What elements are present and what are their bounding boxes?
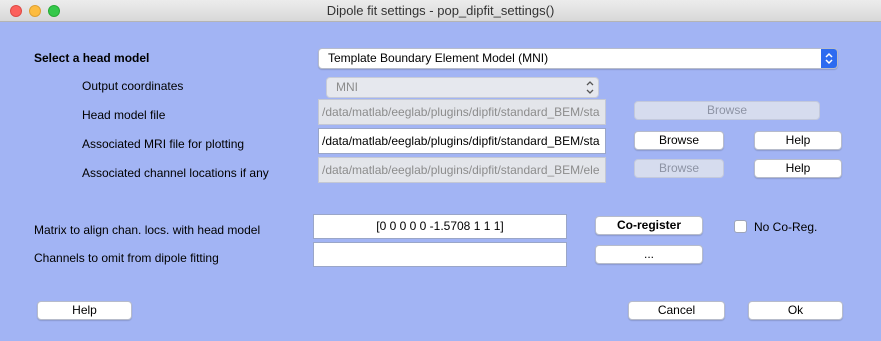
mri-help-button[interactable]: Help [754,131,842,150]
coregister-button[interactable]: Co-register [595,216,703,235]
chanlocs-label: Associated channel locations if any [82,166,269,180]
output-coordinates-value: MNI [336,80,358,94]
omit-channels-label: Channels to omit from dipole fitting [34,251,219,265]
head-model-select[interactable]: Template Boundary Element Model (MNI) [318,48,838,69]
head-model-browse-button[interactable]: Browse [634,101,820,120]
mri-file-field[interactable]: /data/matlab/eeglab/plugins/dipfit/stand… [318,128,606,154]
no-coreg-label: No Co-Reg. [754,220,818,234]
chanlocs-file-field[interactable]: /data/matlab/eeglab/plugins/dipfit/stand… [318,157,606,183]
ok-button[interactable]: Ok [748,301,843,320]
mri-browse-button[interactable]: Browse [634,131,724,150]
output-coordinates-label: Output coordinates [82,79,184,93]
chanlocs-help-button[interactable]: Help [754,159,842,178]
help-button[interactable]: Help [37,301,132,320]
select-arrows-icon [821,49,837,68]
title-bar: Dipole fit settings - pop_dipfit_setting… [0,0,881,22]
mri-file-label: Associated MRI file for plotting [82,137,245,151]
head-model-selected-value: Template Boundary Element Model (MNI) [328,51,549,65]
output-coordinates-select[interactable]: MNI [326,77,599,98]
head-model-label: Select a head model [34,51,150,65]
no-coreg-checkbox[interactable] [734,220,747,233]
cancel-button[interactable]: Cancel [628,301,725,320]
window-title: Dipole fit settings - pop_dipfit_setting… [326,3,555,18]
head-model-file-label: Head model file [82,108,166,122]
head-model-file-field[interactable]: /data/matlab/eeglab/plugins/dipfit/stand… [318,99,606,125]
updown-arrows-icon [586,81,594,94]
chanlocs-browse-button[interactable]: Browse [634,159,724,178]
omit-channels-field[interactable] [313,242,567,267]
align-matrix-field[interactable]: [0 0 0 0 0 -1.5708 1 1 1] [313,214,567,239]
omit-channels-browse-button[interactable]: ... [595,245,703,264]
align-matrix-label: Matrix to align chan. locs. with head mo… [34,223,261,237]
